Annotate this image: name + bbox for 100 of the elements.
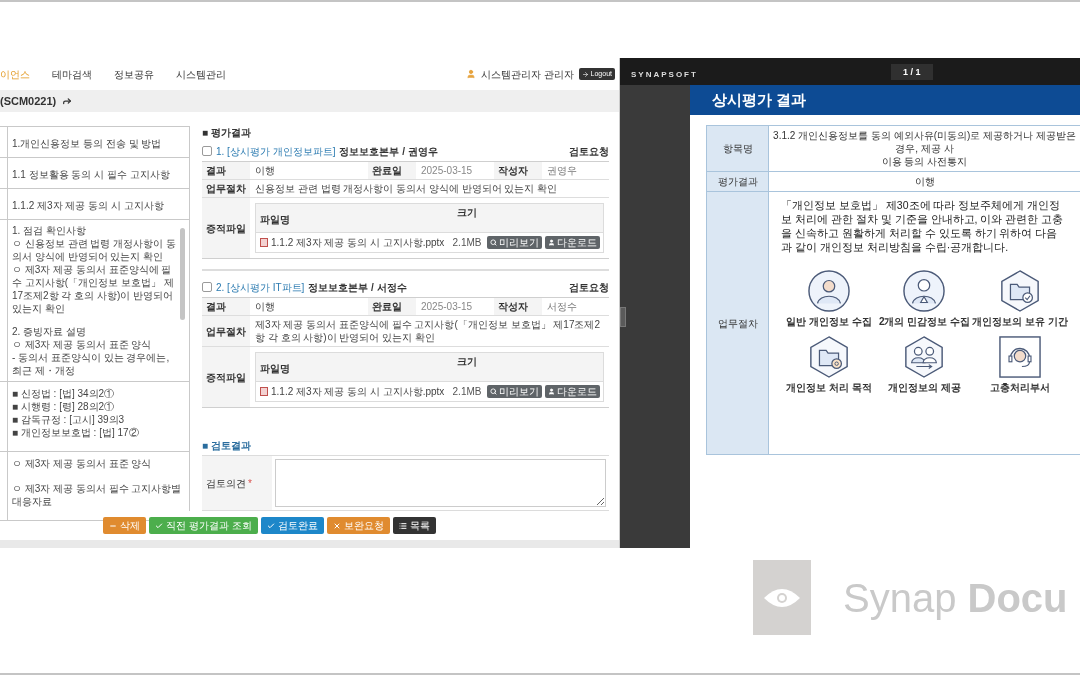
brand-logo-text: SYNAPSOFT xyxy=(631,69,698,79)
icon-caption: 개인정보의 제공 xyxy=(888,381,961,394)
file-icon xyxy=(260,238,268,247)
doc-item-title: 3.1.2 개인신용정보를 동의 예외사유(미동의)로 제공하거나 제공받은 경우, 제공 사 xyxy=(773,129,1076,155)
required-mark: * xyxy=(248,476,252,490)
preview-button[interactable]: 미리보기 xyxy=(487,236,542,249)
user-icon xyxy=(548,388,555,395)
file-size: 2.1MB xyxy=(452,385,482,398)
field-value: 신용정보 관련 법령 개정사항이 동의서 양식에 반영되어 있는지 확인 xyxy=(255,182,558,195)
download-button[interactable]: 다운로드 xyxy=(545,236,600,249)
column-header: 크기 xyxy=(457,355,477,369)
checkbox[interactable] xyxy=(202,282,212,292)
field-label: 증적파일 xyxy=(202,198,250,258)
column-header: 파일명 xyxy=(260,214,290,225)
checklist-text: 1. 점검 확인사항 xyxy=(12,224,87,237)
field-value: 이행 xyxy=(255,164,275,177)
icon-caption: 고충처리부서 xyxy=(990,381,1051,394)
doc-item-title: 이용 등의 사전통지 xyxy=(881,155,968,168)
checklist-text: ㅇ 제3자 제공 동의서 필수 고지사항별 대응자료 xyxy=(12,482,183,508)
checklist-text: ■ 감독규정 : [고시] 39의3 xyxy=(12,413,126,426)
icon-caption: 개인정보 처리 목적 xyxy=(786,381,872,394)
field-value: 2025-03-15 xyxy=(421,164,473,177)
field-label: 업무절차 xyxy=(202,180,250,197)
field-value: 2025-03-15 xyxy=(421,300,473,313)
file-link[interactable]: 1.1.2 제3자 제공 동의 시 고지사항.pptx xyxy=(271,236,445,249)
preview-button[interactable]: 미리보기 xyxy=(487,385,542,398)
search-icon xyxy=(490,239,497,246)
user-icon xyxy=(548,239,555,246)
headset-square-icon xyxy=(999,336,1042,378)
review-status: 검토요청 xyxy=(569,280,609,294)
field-label: 작성자 xyxy=(494,298,542,315)
nav-menu-item[interactable]: 시스템관리 xyxy=(176,67,226,81)
checklist-text: ㅇ 제3자 제공 동의서 표준양식에 필수 고지사항(「개인정보 보호법」 제17조제2항 각 호의 사항)이 반영되어 있는지 확인 xyxy=(12,263,175,315)
category-link[interactable]: 1. [상시평가 개인정보파트] xyxy=(216,144,336,158)
field-label: 검토의견 xyxy=(206,476,246,490)
field-value: 권영우 xyxy=(547,164,577,177)
field-label: 증적파일 xyxy=(202,347,250,407)
field-label: 결과 xyxy=(202,298,250,315)
review-status: 검토요청 xyxy=(569,144,609,158)
file-link[interactable]: 1.1.2 제3자 제공 동의 시 고지사항.pptx xyxy=(271,385,445,398)
folder-clock-hexagon-icon xyxy=(999,270,1042,312)
search-icon xyxy=(490,388,497,395)
x-icon xyxy=(332,521,341,530)
share-arrow-icon[interactable] xyxy=(62,96,73,106)
doc-row-label: 업무절차 xyxy=(707,192,769,454)
scrollbar-thumb[interactable] xyxy=(180,228,185,321)
field-label: 완료일 xyxy=(368,298,416,315)
column-header: 크기 xyxy=(457,206,477,220)
field-value: 제3자 제공 동의서 표준양식에 필수 고지사항(「개인정보 보호법」 제17조제2항 각 호의 사항)이 반영되어 있는지 확인 xyxy=(255,318,602,344)
section-title: ■ 검토결과 xyxy=(202,439,251,453)
nav-menu-item[interactable]: 정보공유 xyxy=(114,67,154,81)
person-triangle-circle-icon xyxy=(903,270,946,312)
folder-gear-hexagon-icon xyxy=(807,336,850,378)
checklist-text: 2. 증빙자료 설명 xyxy=(12,325,87,338)
user-icon xyxy=(465,69,476,79)
check-icon xyxy=(266,521,275,530)
icon-caption: 개인정보의 보유 기간 xyxy=(972,315,1068,328)
icon-caption: 2개의 민감정보 수집 xyxy=(878,315,971,328)
download-button[interactable]: 다운로드 xyxy=(545,385,600,398)
section-title: ■ 평가결과 xyxy=(202,126,251,140)
field-label: 작성자 xyxy=(494,162,542,179)
file-icon xyxy=(260,387,268,396)
column-header: 파일명 xyxy=(260,363,290,374)
checklist-text: ㅇ 제3자 제공 동의서 표준 양식 xyxy=(12,457,153,470)
eye-logo-icon xyxy=(753,560,811,635)
list-icon xyxy=(398,521,407,530)
review-textarea[interactable] xyxy=(275,459,606,507)
owner-name: 정보보호본부 / 권영우 xyxy=(339,144,438,158)
field-label: 결과 xyxy=(202,162,250,179)
checklist-heading: 1.개인신용정보 등의 전송 및 방법 xyxy=(12,138,162,149)
action-button[interactable]: 목록 xyxy=(392,517,436,534)
two-people-hexagon-icon xyxy=(903,336,946,378)
checklist-heading: 1.1.2 제3자 제공 동의 시 고지사항 xyxy=(12,200,164,211)
field-label: 완료일 xyxy=(368,162,416,179)
page-indicator: 1 / 1 xyxy=(891,63,933,80)
splitter-handle[interactable] xyxy=(620,306,626,327)
check-icon xyxy=(155,521,164,530)
field-label: 업무절차 xyxy=(202,316,250,346)
checklist-text: ■ 신정법 : [법] 34의2① xyxy=(12,387,116,400)
checklist-text: ■ 시행령 : [령] 28의2① xyxy=(12,400,116,413)
checklist-text: - 동의서 표준양식이 있는 경우에는, 최근 제・개정 xyxy=(12,351,171,377)
category-link[interactable]: 2. [상시평가 IT파트] xyxy=(216,280,305,294)
person-circle-icon xyxy=(807,270,850,312)
action-button[interactable]: 검토완료 xyxy=(260,517,324,534)
document-title: 상시평가 결과 xyxy=(712,91,807,109)
nav-menu-item[interactable]: 테마검색 xyxy=(52,67,92,81)
checklist-text: ㅇ 신용정보 관련 법령 개정사항이 동의서 양식에 반영되어 있는지 확인 xyxy=(12,237,177,263)
doc-value: 이행 xyxy=(914,175,935,188)
owner-name: 정보보호본부 / 서정수 xyxy=(308,280,407,294)
field-value: 이행 xyxy=(255,300,275,313)
file-size: 2.1MB xyxy=(452,236,482,249)
field-value: 서정수 xyxy=(547,300,577,313)
doc-row-label: 항목명 xyxy=(707,126,769,171)
arrow-right-icon xyxy=(581,70,589,78)
doc-paragraph: 「개인정보 보호법」 제30조에 따라 정보주체에게 개인정보 처리에 관한 절차 및 기준을 안내하고, 이와 관련한 고충을 신속하고 원활하게 처리할 수 있도록 하기 위하여 다음과 같이 개인정보 처리방침을 수립·공개합니다. xyxy=(781,198,1065,254)
icon-caption: 일반 개인정보 수집 xyxy=(786,315,872,328)
user-name: 시스템관리자 관리자 xyxy=(480,67,574,81)
checkbox[interactable] xyxy=(202,146,212,156)
checklist-text: ㅇ 제3자 제공 동의서 표준 양식 xyxy=(12,338,153,351)
checklist-heading: 1.1 정보활용 동의 시 필수 고지사항 xyxy=(12,169,170,180)
